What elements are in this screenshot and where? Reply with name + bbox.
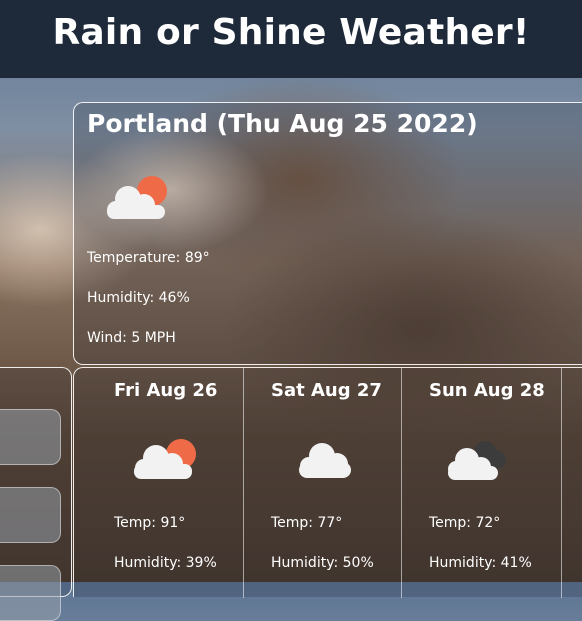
current-humidity: Humidity: 46% [87, 290, 190, 306]
partly-sunny-cloud-icon [129, 434, 199, 488]
forecast-date: Fri Aug 26 [114, 380, 218, 401]
dark-clouds-icon [440, 434, 510, 488]
forecast-date: Sat Aug 27 [271, 380, 382, 401]
forecast-date: Sun Aug 28 [429, 380, 545, 401]
forecast-temp: Temp: 72° [429, 515, 501, 531]
current-weather-card: Portland (Thu Aug 25 2022) Temperature: … [73, 102, 582, 365]
forecast-humidity: Humidity: 41% [429, 555, 532, 571]
current-wind: Wind: 5 MPH [87, 330, 176, 346]
current-city-date: Portland (Thu Aug 25 2022) [87, 109, 478, 138]
history-button[interactable] [0, 409, 61, 465]
cloud-icon [289, 434, 359, 488]
partly-sunny-cloud-icon [102, 173, 172, 231]
current-temperature: Temperature: 89° [87, 250, 210, 266]
forecast-day-card: Sat Aug 27 Temp: 77° Humidity: 50% [244, 368, 402, 598]
forecast-temp: Temp: 91° [114, 515, 186, 531]
search-history-panel [0, 367, 72, 621]
forecast-temp: Temp: 77° [271, 515, 343, 531]
forecast-strip: Fri Aug 26 Temp: 91° Humidity: 39% Sat A… [73, 367, 582, 598]
forecast-humidity: Humidity: 50% [271, 555, 374, 571]
page-title: Rain or Shine Weather! [52, 12, 530, 53]
forecast-humidity: Humidity: 39% [114, 555, 217, 571]
history-button[interactable] [0, 565, 61, 621]
forecast-day-card: Fri Aug 26 Temp: 91° Humidity: 39% [74, 368, 244, 598]
site-header: Rain or Shine Weather! [0, 0, 582, 78]
history-button[interactable] [0, 487, 61, 543]
forecast-day-card: Sun Aug 28 Temp: 72° Humidity: 41% [402, 368, 562, 598]
